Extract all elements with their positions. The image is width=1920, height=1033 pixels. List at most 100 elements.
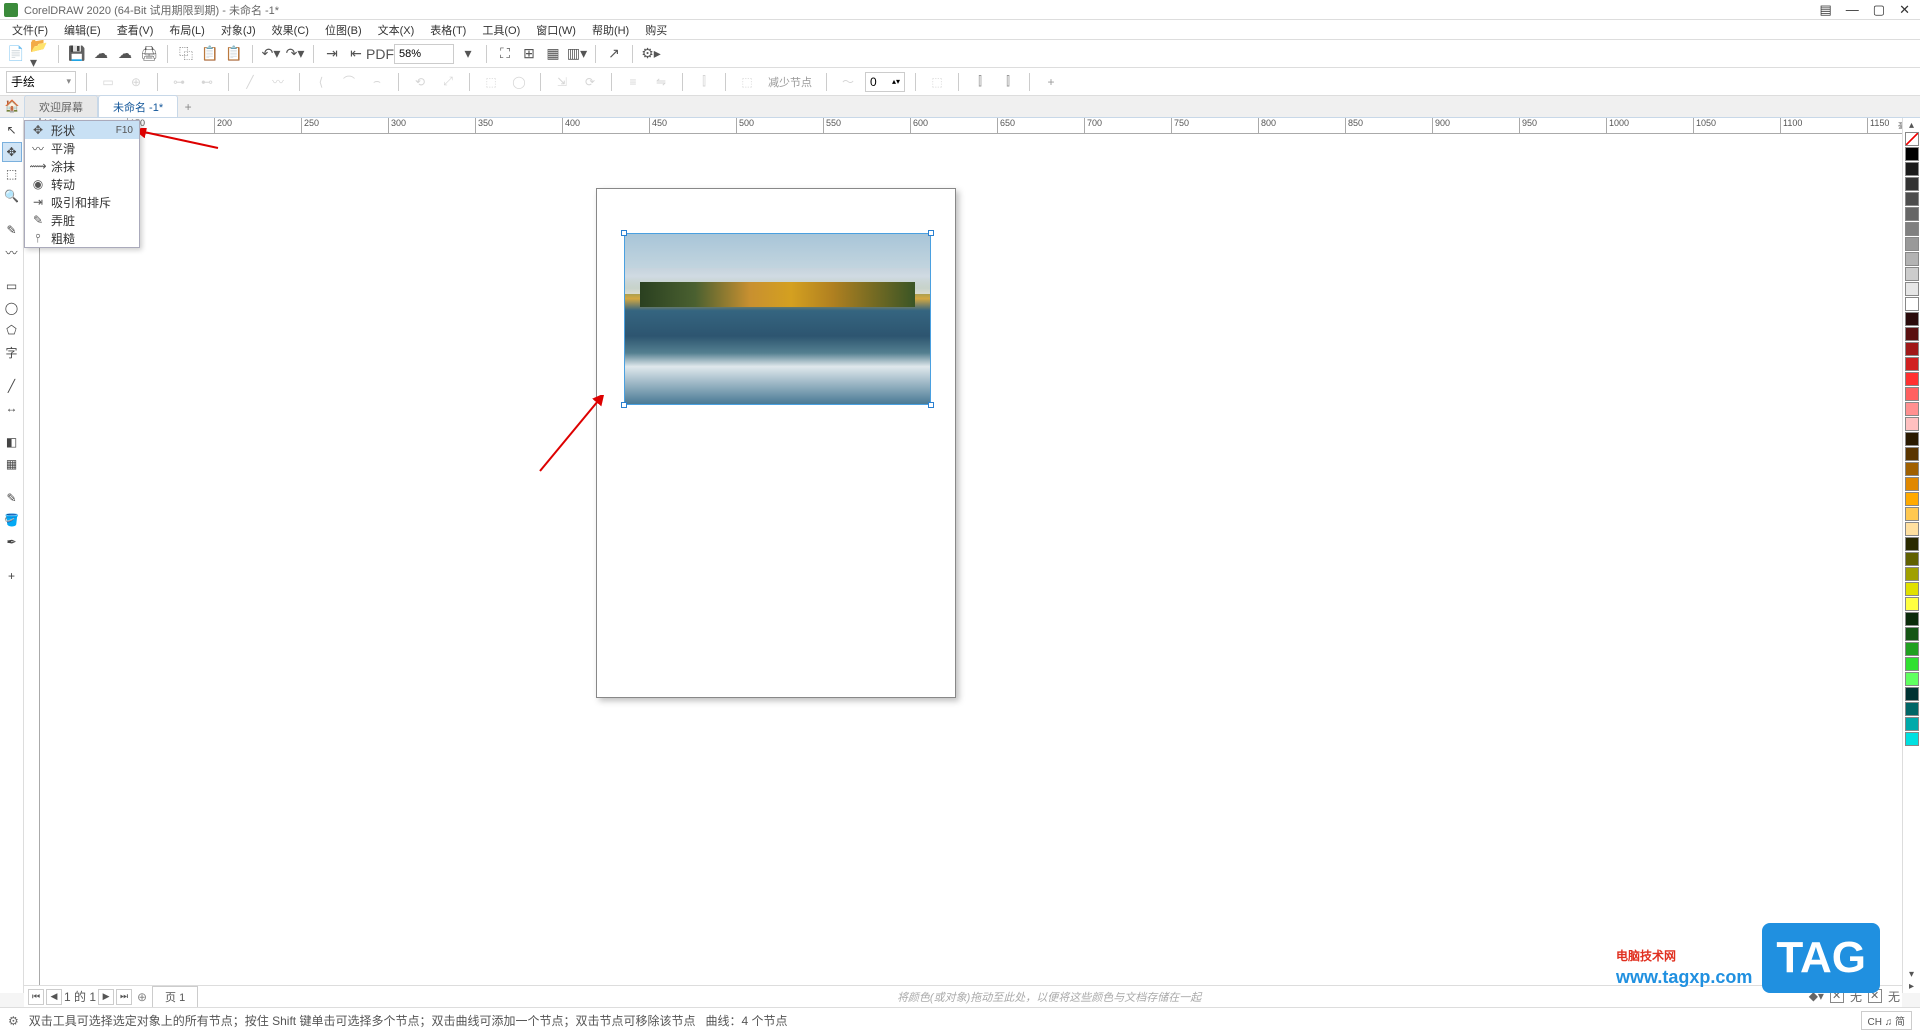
color-swatch[interactable] bbox=[1905, 357, 1919, 371]
cloud-down-button[interactable]: ☁ bbox=[115, 44, 135, 64]
menu-object[interactable]: 对象(J) bbox=[215, 20, 262, 40]
color-swatch[interactable] bbox=[1905, 417, 1919, 431]
paste-button[interactable]: 📋 bbox=[200, 44, 220, 64]
zoom-input[interactable] bbox=[394, 44, 454, 64]
fill-tool[interactable]: 🪣 bbox=[2, 510, 22, 530]
smooth-spinner[interactable]: 0▴▾ bbox=[865, 72, 905, 92]
color-swatch[interactable] bbox=[1905, 507, 1919, 521]
color-swatch[interactable] bbox=[1905, 147, 1919, 161]
color-swatch[interactable] bbox=[1905, 702, 1919, 716]
add-icon[interactable]: + bbox=[1040, 71, 1062, 93]
flyout-shape[interactable]: ✥形状F10 bbox=[25, 121, 139, 139]
mode-combo[interactable]: 手绘 bbox=[6, 71, 76, 93]
color-swatch[interactable] bbox=[1905, 717, 1919, 731]
ellipse-tool[interactable]: ◯ bbox=[2, 298, 22, 318]
guides-button[interactable]: ▥▾ bbox=[567, 44, 587, 64]
color-swatch[interactable] bbox=[1905, 282, 1919, 296]
menu-window[interactable]: 窗口(W) bbox=[530, 20, 582, 40]
color-swatch[interactable] bbox=[1905, 342, 1919, 356]
no-fill-swatch[interactable] bbox=[1905, 132, 1919, 146]
menu-help[interactable]: 帮助(H) bbox=[586, 20, 635, 40]
color-swatch[interactable] bbox=[1905, 552, 1919, 566]
flyout-smooth[interactable]: 〰平滑 bbox=[25, 139, 139, 157]
undo-button[interactable]: ↶▾ bbox=[261, 44, 281, 64]
color-swatch[interactable] bbox=[1905, 537, 1919, 551]
color-swatch[interactable] bbox=[1905, 267, 1919, 281]
clipboard-button[interactable]: 📋 bbox=[224, 44, 244, 64]
next-page-button[interactable]: ▶ bbox=[98, 989, 114, 1005]
options-button[interactable]: ⚙▸ bbox=[641, 44, 661, 64]
import-button[interactable]: ⇥ bbox=[322, 44, 342, 64]
home-tab-icon[interactable]: 🏠 bbox=[0, 95, 24, 117]
close-icon[interactable]: ✕ bbox=[1899, 2, 1910, 18]
options-toggle-icon[interactable]: ⫿ bbox=[969, 71, 991, 93]
flyout-smudge[interactable]: ✎弄脏 bbox=[25, 211, 139, 229]
color-swatch[interactable] bbox=[1905, 672, 1919, 686]
document-tab[interactable]: 未命名 -1* bbox=[98, 95, 178, 117]
color-swatch[interactable] bbox=[1905, 597, 1919, 611]
palette-down-icon[interactable]: ▾ bbox=[1909, 969, 1914, 981]
color-swatch[interactable] bbox=[1905, 582, 1919, 596]
zoom-tool[interactable]: 🔍 bbox=[2, 186, 22, 206]
last-page-button[interactable]: ⏭ bbox=[116, 989, 132, 1005]
eyedropper-tool[interactable]: ✎ bbox=[2, 488, 22, 508]
handle-top-right[interactable] bbox=[928, 230, 934, 236]
color-swatch[interactable] bbox=[1905, 252, 1919, 266]
flyout-attract[interactable]: ⇥吸引和排斥 bbox=[25, 193, 139, 211]
flyout-twirl[interactable]: ◉转动 bbox=[25, 175, 139, 193]
dropshadow-tool[interactable]: ◧ bbox=[2, 432, 22, 452]
color-swatch[interactable] bbox=[1905, 732, 1919, 746]
menu-effects[interactable]: 效果(C) bbox=[266, 20, 315, 40]
palette-up-icon[interactable]: ▴ bbox=[1909, 120, 1914, 132]
handle-bottom-left[interactable] bbox=[621, 402, 627, 408]
welcome-tab[interactable]: 欢迎屏幕 bbox=[24, 95, 98, 117]
page-tab[interactable]: 页 1 bbox=[152, 986, 198, 1007]
handle-bottom-right[interactable] bbox=[928, 402, 934, 408]
color-swatch[interactable] bbox=[1905, 192, 1919, 206]
color-swatch[interactable] bbox=[1905, 372, 1919, 386]
maximize-icon[interactable]: ▢ bbox=[1873, 2, 1885, 18]
menu-text[interactable]: 文本(X) bbox=[372, 20, 421, 40]
color-swatch[interactable] bbox=[1905, 462, 1919, 476]
freehand-tool[interactable]: ✎ bbox=[2, 220, 22, 240]
menu-bitmap[interactable]: 位图(B) bbox=[319, 20, 368, 40]
color-swatch[interactable] bbox=[1905, 657, 1919, 671]
export-button[interactable]: ⇤ bbox=[346, 44, 366, 64]
menu-edit[interactable]: 编辑(E) bbox=[58, 20, 107, 40]
color-swatch[interactable] bbox=[1905, 687, 1919, 701]
color-swatch[interactable] bbox=[1905, 522, 1919, 536]
app-options-icon[interactable]: ▤ bbox=[1820, 2, 1832, 18]
horizontal-ruler[interactable]: 毫米 1001502002503003504004505005506006507… bbox=[40, 118, 1920, 134]
redo-button[interactable]: ↷▾ bbox=[285, 44, 305, 64]
add-tab-button[interactable]: + bbox=[178, 97, 198, 117]
color-swatch[interactable] bbox=[1905, 492, 1919, 506]
flyout-roughen[interactable]: ⫯粗糙 bbox=[25, 229, 139, 247]
crop-tool[interactable]: ⬚ bbox=[2, 164, 22, 184]
print-button[interactable]: 🖨 bbox=[139, 44, 159, 64]
color-swatch[interactable] bbox=[1905, 297, 1919, 311]
color-swatch[interactable] bbox=[1905, 432, 1919, 446]
cloud-up-button[interactable]: ☁ bbox=[91, 44, 111, 64]
palette-menu-icon[interactable]: ▸ bbox=[1909, 981, 1914, 993]
color-swatch[interactable] bbox=[1905, 642, 1919, 656]
launch-button[interactable]: ↗ bbox=[604, 44, 624, 64]
menu-view[interactable]: 查看(V) bbox=[111, 20, 160, 40]
copy-button[interactable]: ⿻ bbox=[176, 44, 196, 64]
save-button[interactable]: 💾 bbox=[67, 44, 87, 64]
canvas-area[interactable]: 毫米 1001502002503003504004505005506006507… bbox=[24, 118, 1920, 993]
color-swatch[interactable] bbox=[1905, 237, 1919, 251]
color-swatch[interactable] bbox=[1905, 312, 1919, 326]
polygon-tool[interactable]: ⬠ bbox=[2, 320, 22, 340]
dimension-tool[interactable]: ↔ bbox=[2, 398, 22, 418]
vertical-ruler[interactable] bbox=[24, 134, 40, 993]
rectangle-tool[interactable]: ▭ bbox=[2, 276, 22, 296]
menu-buy[interactable]: 购买 bbox=[639, 20, 673, 40]
color-swatch[interactable] bbox=[1905, 222, 1919, 236]
open-button[interactable]: 📂▾ bbox=[30, 44, 50, 64]
status-gear-icon[interactable]: ⚙ bbox=[8, 1014, 19, 1028]
color-swatch[interactable] bbox=[1905, 162, 1919, 176]
minimize-icon[interactable]: — bbox=[1846, 2, 1859, 18]
color-swatch[interactable] bbox=[1905, 477, 1919, 491]
ime-indicator[interactable]: CH ♫ 简 bbox=[1861, 1011, 1913, 1030]
menu-tools[interactable]: 工具(O) bbox=[476, 20, 526, 40]
